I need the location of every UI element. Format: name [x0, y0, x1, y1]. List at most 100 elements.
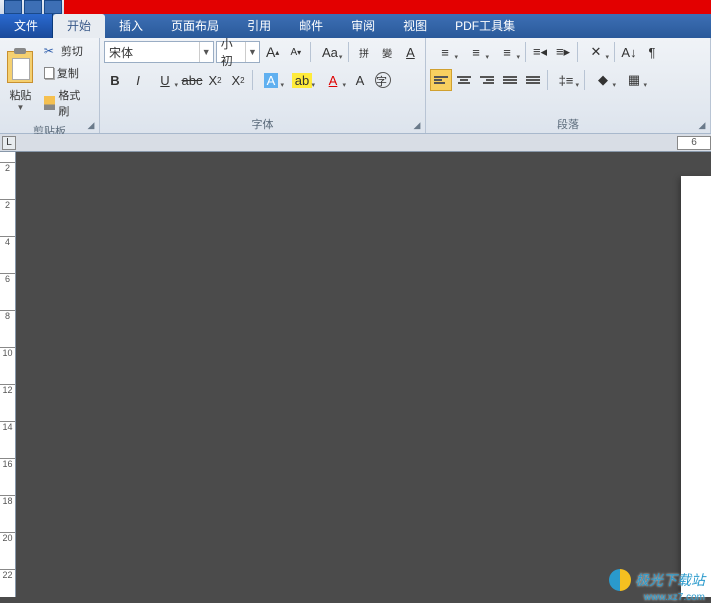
align-center-button[interactable] [453, 69, 475, 91]
enclose-char-button[interactable]: 字 [372, 69, 394, 91]
clear-formatting-button[interactable]: A [400, 41, 421, 63]
increase-indent-button[interactable]: ≡▸ [552, 41, 574, 63]
group-paragraph-label: 段落 [430, 114, 706, 133]
paragraph-launcher-icon[interactable]: ◢ [696, 119, 708, 131]
tab-view[interactable]: 视图 [389, 14, 441, 38]
ribbon-tabs: 文件 开始 插入 页面布局 引用 邮件 审阅 视图 PDF工具集 [0, 14, 711, 38]
cut-label: 剪切 [61, 43, 83, 59]
document-area[interactable]: 2246810121416182022 极光下载站 www.xz7.com [0, 152, 711, 597]
tab-review[interactable]: 审阅 [337, 14, 389, 38]
qat-button-1[interactable] [4, 0, 22, 14]
numbering-button[interactable] [461, 41, 491, 63]
tab-selector-icon[interactable]: L [2, 136, 16, 150]
line-spacing-button[interactable]: ‡≡ [551, 69, 581, 91]
align-justify-icon [503, 75, 517, 85]
change-case-button[interactable]: Aa [315, 41, 344, 63]
multilevel-list-button[interactable] [492, 41, 522, 63]
format-painter-button[interactable]: 格式刷 [39, 85, 95, 121]
group-font: 宋体 ▼ 小初 ▼ A▴ A▾ Aa 拼 變 A B I U [100, 38, 426, 133]
paint-bucket-icon: ◆ [598, 72, 608, 88]
vertical-ruler[interactable]: 2246810121416182022 [0, 152, 16, 597]
italic-button[interactable]: I [127, 69, 149, 91]
vruler-tick: 12 [0, 384, 15, 395]
horizontal-ruler[interactable]: L 6 [0, 134, 711, 152]
decrease-indent-button[interactable]: ≡◂ [529, 41, 551, 63]
copy-button[interactable]: 复制 [39, 63, 95, 83]
group-paragraph: ≡◂ ≡▸ ✕ A↓ ¶ ‡≡ ◆ ▦ 段落 ◢ [426, 38, 711, 133]
tab-file[interactable]: 文件 [0, 14, 53, 38]
phonetic-guide-button[interactable]: 拼 [353, 41, 374, 63]
vruler-tick: 14 [0, 421, 15, 432]
font-launcher-icon[interactable]: ◢ [411, 119, 423, 131]
superscript-button[interactable]: X2 [227, 69, 249, 91]
tab-insert[interactable]: 插入 [105, 14, 157, 38]
font-size-value: 小初 [217, 35, 245, 69]
vruler-tick: 2 [0, 199, 15, 210]
cut-button[interactable]: ✂ 剪切 [39, 41, 95, 61]
paste-button[interactable]: 粘贴 ▼ [4, 41, 37, 121]
font-size-combo[interactable]: 小初 ▼ [216, 41, 260, 63]
copy-icon [44, 67, 54, 79]
shrink-font-button[interactable]: A▾ [285, 41, 306, 63]
group-clipboard: 粘贴 ▼ ✂ 剪切 复制 格式刷 剪贴板 ◢ [0, 38, 100, 133]
tab-pdf-tools[interactable]: PDF工具集 [441, 14, 529, 38]
document-page[interactable] [681, 176, 711, 597]
sort-button[interactable]: A↓ [618, 41, 640, 63]
vruler-tick: 16 [0, 458, 15, 469]
borders-button[interactable]: ▦ [619, 69, 649, 91]
format-painter-label: 格式刷 [58, 87, 90, 119]
subscript-button[interactable]: X2 [204, 69, 226, 91]
bullets-button[interactable] [430, 41, 460, 63]
tab-mail[interactable]: 邮件 [285, 14, 337, 38]
quick-access-toolbar [0, 0, 62, 14]
borders-icon: ▦ [628, 72, 640, 88]
shading-button[interactable]: ◆ [588, 69, 618, 91]
copy-label: 复制 [57, 65, 79, 81]
align-justify-button[interactable] [499, 69, 521, 91]
watermark-text: 极光下载站 [635, 570, 705, 590]
ribbon: 粘贴 ▼ ✂ 剪切 复制 格式刷 剪贴板 ◢ [0, 38, 711, 134]
align-center-icon [457, 75, 471, 85]
font-name-combo[interactable]: 宋体 ▼ [104, 41, 214, 63]
align-left-button[interactable] [430, 69, 452, 91]
clipboard-launcher-icon[interactable]: ◢ [85, 119, 97, 131]
tab-home[interactable]: 开始 [53, 14, 105, 38]
title-red-strip [64, 0, 711, 14]
align-distributed-button[interactable] [522, 69, 544, 91]
qat-button-2[interactable] [24, 0, 42, 14]
vruler-tick: 18 [0, 495, 15, 506]
align-left-icon [434, 75, 448, 85]
chevron-down-icon: ▼ [245, 42, 259, 62]
qat-button-3[interactable] [44, 0, 62, 14]
vruler-tick: 22 [0, 569, 15, 580]
strikethrough-button[interactable]: abc [181, 69, 203, 91]
watermark: 极光下载站 www.xz7.com [609, 569, 705, 591]
paste-label: 粘贴 [9, 87, 31, 103]
vruler-tick: 4 [0, 236, 15, 247]
underline-button[interactable]: U [150, 69, 180, 91]
numbering-icon [472, 45, 480, 60]
watermark-url: www.xz7.com [644, 592, 705, 603]
vruler-tick: 8 [0, 310, 15, 321]
align-right-button[interactable] [476, 69, 498, 91]
group-font-label: 字体 [104, 114, 421, 133]
text-direction-button[interactable]: ✕ [581, 41, 611, 63]
vruler-tick: 20 [0, 532, 15, 543]
show-marks-button[interactable]: ¶ [641, 41, 663, 63]
highlight-button[interactable]: ab [287, 69, 317, 91]
title-bar [0, 0, 711, 14]
watermark-logo-icon [609, 569, 631, 591]
bold-button[interactable]: B [104, 69, 126, 91]
align-right-icon [480, 75, 494, 85]
align-distributed-icon [526, 75, 540, 85]
scissors-icon: ✂ [44, 44, 58, 58]
paste-icon [7, 51, 33, 83]
text-effects-button[interactable]: A [256, 69, 286, 91]
character-border-button[interactable]: 變 [377, 41, 398, 63]
font-color-button[interactable]: A [318, 69, 348, 91]
vruler-tick: 2 [0, 162, 15, 173]
char-shading-button[interactable]: A [349, 69, 371, 91]
font-name-value: 宋体 [105, 44, 199, 61]
grow-font-button[interactable]: A▴ [262, 41, 283, 63]
bullets-icon [441, 45, 449, 60]
